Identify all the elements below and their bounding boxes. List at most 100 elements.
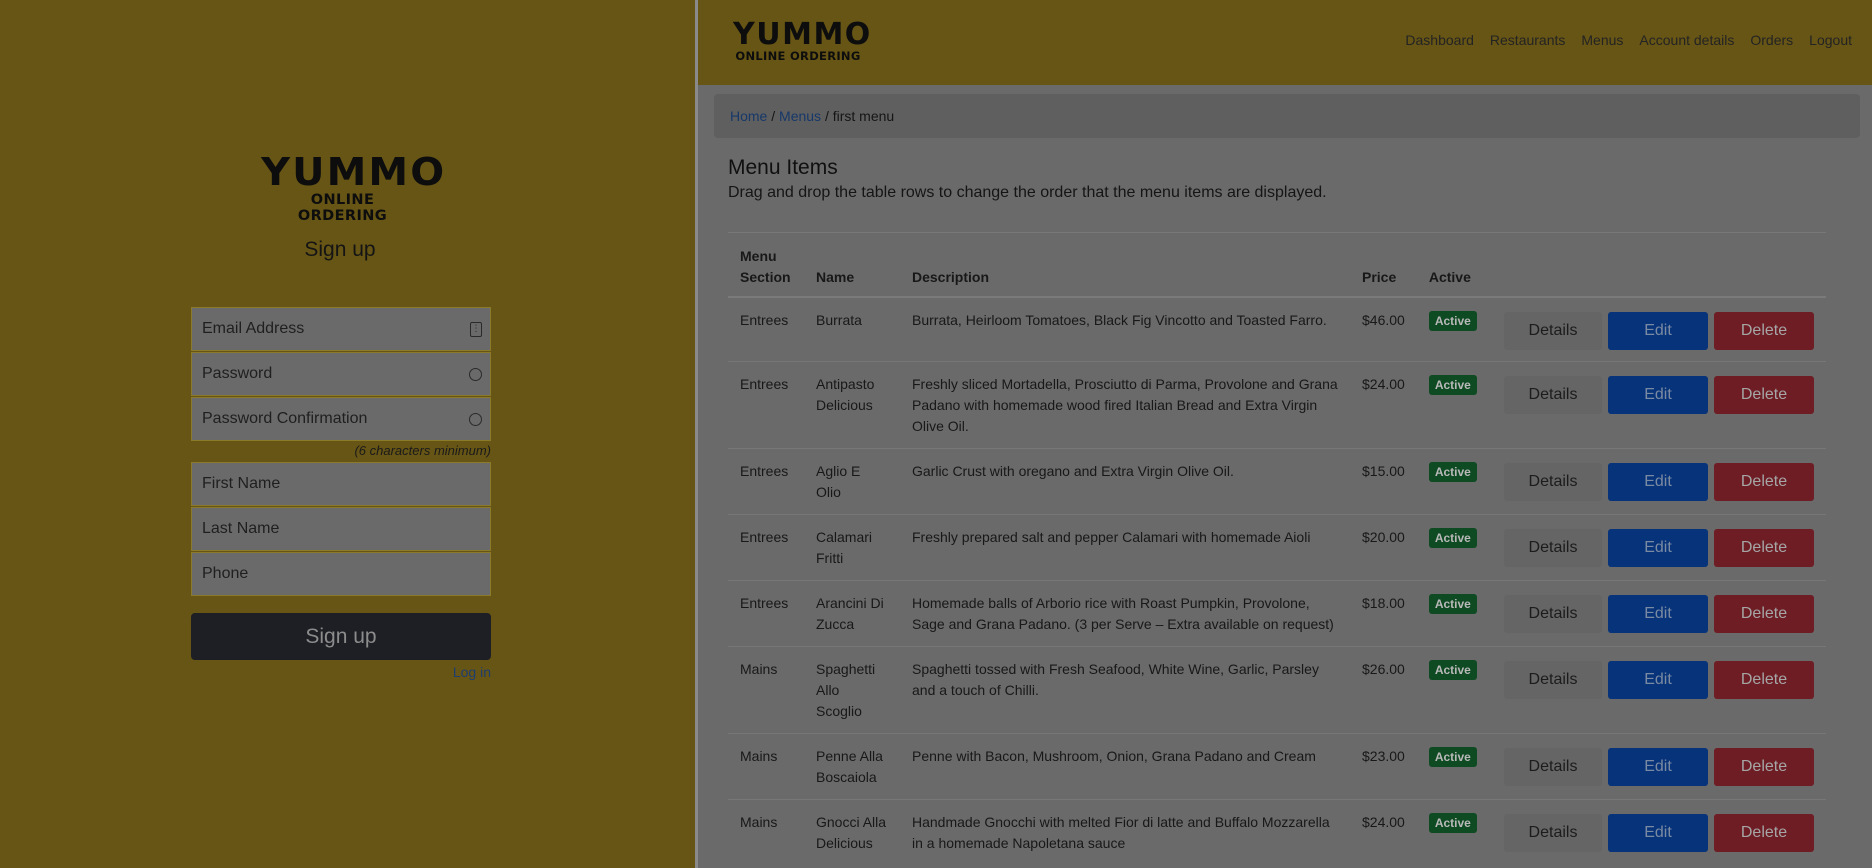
status-badge: Active [1428,528,1477,548]
delete-button[interactable]: Delete [1714,661,1814,699]
cell-actions: Details Edit Delete [1490,580,1826,647]
email-field[interactable]: ⋮ [191,307,491,351]
details-button[interactable]: Details [1504,595,1602,633]
password-confirmation-input[interactable] [192,398,490,440]
login-link[interactable]: Log in [391,664,491,680]
edit-button[interactable]: Edit [1608,661,1708,699]
cell-menu-section: Entrees [728,514,804,581]
nav-menus[interactable]: Menus [1581,32,1623,48]
cell-price: $26.00 [1350,646,1417,734]
password-confirmation-field[interactable] [191,397,491,441]
header-price: Price [1350,238,1417,298]
table-row[interactable]: Mains Spaghetti Allo Scoglio Spaghetti tos… [728,646,1826,734]
delete-button[interactable]: Delete [1714,529,1814,567]
details-button[interactable]: Details [1504,748,1602,786]
breadcrumb-separator: / [771,108,776,124]
table-row[interactable]: Mains Penne Alla Boscaiola Penne with Baco… [728,733,1826,800]
header-description: Description [900,238,1350,298]
top-navbar: YUMMO ONLINE ORDERING Dashboard Restaura… [698,0,1872,85]
menu-items-table: Menu Section Name Description Price Acti… [728,238,1826,865]
cell-actions: Details Edit Delete [1490,799,1826,865]
cell-active: Active [1416,733,1491,800]
phone-field[interactable] [191,552,491,596]
status-badge: Active [1428,594,1477,614]
phone-input[interactable] [192,553,490,595]
table-row[interactable]: Entrees Calamari Fritti Freshly prepared s… [728,514,1826,581]
edit-button[interactable]: Edit [1608,814,1708,852]
cell-description: Homemade balls of Arborio rice with Roas… [900,580,1350,647]
email-input[interactable] [192,308,490,350]
delete-button[interactable]: Delete [1714,595,1814,633]
signup-logo: YUMMO ONLINE ORDERING [261,152,444,224]
table-row[interactable]: Entrees Antipasto Delicious Freshly sliced… [728,361,1826,449]
edit-button[interactable]: Edit [1608,529,1708,567]
cell-name: Gnocci Alla Delicious [804,799,900,865]
cell-description: Freshly prepared salt and pepper Calamar… [900,514,1350,581]
cell-actions: Details Edit Delete [1490,296,1826,362]
table-row[interactable]: Entrees Arancini Di Zucca Homemade balls o… [728,580,1826,647]
cell-description: Penne with Bacon, Mushroom, Onion, Grana… [900,733,1350,800]
edit-button[interactable]: Edit [1608,595,1708,633]
first-name-field[interactable] [191,462,491,506]
status-badge: Active [1428,462,1477,482]
details-button[interactable]: Details [1504,814,1602,852]
last-name-field[interactable] [191,507,491,551]
nav-dashboard[interactable]: Dashboard [1405,32,1474,48]
cell-price: $15.00 [1350,448,1417,515]
signup-title: Sign up [304,238,376,261]
navbar-logo[interactable]: YUMMO ONLINE ORDERING [733,20,870,63]
cell-price: $24.00 [1350,361,1417,449]
status-badge: Active [1428,375,1477,395]
cell-price: $23.00 [1350,733,1417,800]
breadcrumb: Home / Menus / first menu [714,94,1860,138]
delete-button[interactable]: Delete [1714,814,1814,852]
cell-name: Antipasto Delicious [804,361,900,449]
edit-button[interactable]: Edit [1608,748,1708,786]
delete-button[interactable]: Delete [1714,376,1814,414]
last-name-input[interactable] [192,508,490,550]
details-button[interactable]: Details [1504,661,1602,699]
key-icon[interactable] [469,368,482,381]
cell-actions: Details Edit Delete [1490,361,1826,449]
cell-name: Penne Alla Boscaiola [804,733,900,800]
key-icon[interactable] [469,413,482,426]
edit-button[interactable]: Edit [1608,376,1708,414]
cell-menu-section: Entrees [728,361,804,449]
cell-active: Active [1416,646,1491,734]
status-badge: Active [1428,311,1477,331]
details-button[interactable]: Details [1504,463,1602,501]
delete-button[interactable]: Delete [1714,748,1814,786]
logo-wordmark: YUMMO [261,150,447,194]
cell-active: Active [1416,448,1491,515]
cell-active: Active [1416,361,1491,449]
delete-button[interactable]: Delete [1714,463,1814,501]
password-field[interactable] [191,352,491,396]
cell-menu-section: Entrees [728,580,804,647]
edit-button[interactable]: Edit [1608,463,1708,501]
breadcrumb-home[interactable]: Home [730,108,767,124]
breadcrumb-menus[interactable]: Menus [779,108,821,124]
password-input[interactable] [192,353,490,395]
table-row[interactable]: Entrees Burrata Burrata, Heirloom Tomatoes… [728,296,1826,362]
nav-restaurants[interactable]: Restaurants [1490,32,1565,48]
nav-logout[interactable]: Logout [1809,32,1852,48]
nav-orders[interactable]: Orders [1750,32,1793,48]
edit-button[interactable]: Edit [1608,312,1708,350]
nav-account-details[interactable]: Account details [1639,32,1734,48]
delete-button[interactable]: Delete [1714,312,1814,350]
details-button[interactable]: Details [1504,376,1602,414]
header-menu-section: Menu Section [728,238,804,298]
page-subtitle: Drag and drop the table rows to change t… [728,184,1327,201]
header-name: Name [804,238,900,298]
details-button[interactable]: Details [1504,529,1602,567]
table-row[interactable]: Entrees Aglio E Olio Garlic Crust with ore… [728,448,1826,515]
cell-actions: Details Edit Delete [1490,646,1826,734]
signup-button[interactable]: Sign up [191,613,491,660]
password-manager-icon[interactable]: ⋮ [470,322,482,337]
password-hint: (6 characters minimum) [354,443,491,458]
first-name-input[interactable] [192,463,490,505]
details-button[interactable]: Details [1504,312,1602,350]
cell-price: $46.00 [1350,296,1417,362]
table-row[interactable]: Mains Gnocci Alla Delicious Handmade Gnocc… [728,799,1826,865]
cell-description: Burrata, Heirloom Tomatoes, Black Fig Vi… [900,296,1350,362]
